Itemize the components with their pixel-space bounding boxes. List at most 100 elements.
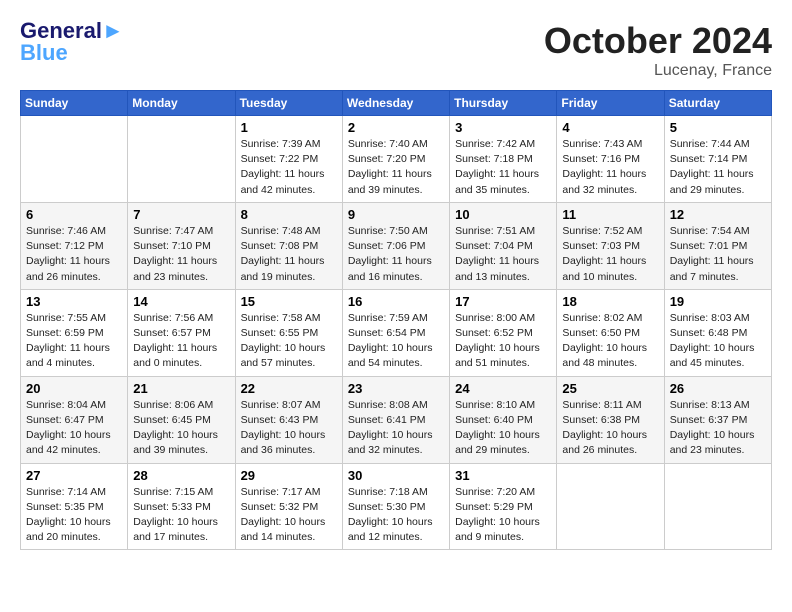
day-info: Sunrise: 7:17 AMSunset: 5:32 PMDaylight:… <box>241 485 337 546</box>
calendar-cell: 2 Sunrise: 7:40 AMSunset: 7:20 PMDaylight… <box>342 116 449 203</box>
weekday-header-sunday: Sunday <box>21 91 128 116</box>
calendar-cell: 4Sunrise: 7:43 AMSunset: 7:16 PMDaylight… <box>557 116 664 203</box>
day-number: 17 <box>455 294 551 309</box>
day-number: 20 <box>26 381 122 396</box>
weekday-header-thursday: Thursday <box>450 91 557 116</box>
day-number: 24 <box>455 381 551 396</box>
day-number: 3 <box>455 120 551 135</box>
location-title: Lucenay, France <box>544 62 772 80</box>
calendar-cell <box>557 463 664 550</box>
weekday-header-saturday: Saturday <box>664 91 771 116</box>
day-number: 1 <box>241 120 337 135</box>
day-info: Sunrise: 7:48 AMSunset: 7:08 PMDaylight:… <box>241 224 337 285</box>
day-info: Sunrise: 7:52 AMSunset: 7:03 PMDaylight:… <box>562 224 658 285</box>
day-number: 18 <box>562 294 658 309</box>
calendar-week-4: 20 Sunrise: 8:04 AMSunset: 6:47 PMDayligh… <box>21 376 772 463</box>
day-number: 14 <box>133 294 229 309</box>
day-info: Sunrise: 7:51 AMSunset: 7:04 PMDaylight:… <box>455 224 551 285</box>
day-info: Sunrise: 8:07 AMSunset: 6:43 PMDaylight:… <box>241 398 337 459</box>
day-info: Sunrise: 7:59 AMSunset: 6:54 PMDaylight:… <box>348 311 444 372</box>
day-info: Sunrise: 8:08 AMSunset: 6:41 PMDaylight:… <box>348 398 444 459</box>
day-info: Sunrise: 7:46 AMSunset: 7:12 PMDaylight:… <box>26 224 122 285</box>
day-info: Sunrise: 7:40 AMSunset: 7:20 PMDaylight:… <box>348 137 444 198</box>
day-number: 25 <box>562 381 658 396</box>
day-info: Sunrise: 7:55 AMSunset: 6:59 PMDaylight:… <box>26 311 122 372</box>
calendar-cell: 25Sunrise: 8:11 AMSunset: 6:38 PMDayligh… <box>557 376 664 463</box>
day-number: 2 <box>348 120 444 135</box>
day-number: 8 <box>241 207 337 222</box>
day-number: 15 <box>241 294 337 309</box>
calendar-body: 1 Sunrise: 7:39 AMSunset: 7:22 PMDaylight… <box>21 116 772 550</box>
calendar-cell: 17Sunrise: 8:00 AMSunset: 6:52 PMDayligh… <box>450 289 557 376</box>
calendar-cell: 8 Sunrise: 7:48 AMSunset: 7:08 PMDaylight… <box>235 202 342 289</box>
day-number: 6 <box>26 207 122 222</box>
calendar-week-2: 6 Sunrise: 7:46 AMSunset: 7:12 PMDaylight… <box>21 202 772 289</box>
day-info: Sunrise: 7:42 AMSunset: 7:18 PMDaylight:… <box>455 137 551 198</box>
weekday-header-tuesday: Tuesday <box>235 91 342 116</box>
calendar-cell: 19 Sunrise: 8:03 AMSunset: 6:48 PMDayligh… <box>664 289 771 376</box>
day-number: 12 <box>670 207 766 222</box>
calendar-cell: 5Sunrise: 7:44 AMSunset: 7:14 PMDaylight… <box>664 116 771 203</box>
calendar-week-1: 1 Sunrise: 7:39 AMSunset: 7:22 PMDaylight… <box>21 116 772 203</box>
calendar-cell <box>21 116 128 203</box>
calendar-cell: 23 Sunrise: 8:08 AMSunset: 6:41 PMDayligh… <box>342 376 449 463</box>
day-number: 13 <box>26 294 122 309</box>
logo-bird-icon: ► <box>102 18 124 43</box>
weekday-header-friday: Friday <box>557 91 664 116</box>
calendar-cell: 15 Sunrise: 7:58 AMSunset: 6:55 PMDayligh… <box>235 289 342 376</box>
calendar-cell: 29Sunrise: 7:17 AMSunset: 5:32 PMDayligh… <box>235 463 342 550</box>
day-info: Sunrise: 7:56 AMSunset: 6:57 PMDaylight:… <box>133 311 229 372</box>
calendar-table: SundayMondayTuesdayWednesdayThursdayFrid… <box>20 90 772 550</box>
day-info: Sunrise: 8:04 AMSunset: 6:47 PMDaylight:… <box>26 398 122 459</box>
calendar-cell: 26 Sunrise: 8:13 AMSunset: 6:37 PMDayligh… <box>664 376 771 463</box>
calendar-week-5: 27 Sunrise: 7:14 AMSunset: 5:35 PMDayligh… <box>21 463 772 550</box>
day-info: Sunrise: 7:50 AMSunset: 7:06 PMDaylight:… <box>348 224 444 285</box>
day-info: Sunrise: 7:18 AMSunset: 5:30 PMDaylight:… <box>348 485 444 546</box>
day-number: 21 <box>133 381 229 396</box>
day-number: 30 <box>348 468 444 483</box>
calendar-cell: 13 Sunrise: 7:55 AMSunset: 6:59 PMDayligh… <box>21 289 128 376</box>
day-number: 28 <box>133 468 229 483</box>
calendar-cell: 11 Sunrise: 7:52 AMSunset: 7:03 PMDayligh… <box>557 202 664 289</box>
day-info: Sunrise: 8:03 AMSunset: 6:48 PMDaylight:… <box>670 311 766 372</box>
day-number: 10 <box>455 207 551 222</box>
calendar-cell: 9 Sunrise: 7:50 AMSunset: 7:06 PMDaylight… <box>342 202 449 289</box>
day-number: 19 <box>670 294 766 309</box>
weekday-header-wednesday: Wednesday <box>342 91 449 116</box>
logo-blue: Blue <box>20 42 68 64</box>
day-info: Sunrise: 7:54 AMSunset: 7:01 PMDaylight:… <box>670 224 766 285</box>
day-number: 23 <box>348 381 444 396</box>
day-number: 11 <box>562 207 658 222</box>
day-info: Sunrise: 8:10 AMSunset: 6:40 PMDaylight:… <box>455 398 551 459</box>
day-number: 27 <box>26 468 122 483</box>
calendar-cell: 10 Sunrise: 7:51 AMSunset: 7:04 PMDayligh… <box>450 202 557 289</box>
calendar-cell: 31Sunrise: 7:20 AMSunset: 5:29 PMDayligh… <box>450 463 557 550</box>
title-block: October 2024 Lucenay, France <box>544 20 772 80</box>
day-info: Sunrise: 7:39 AMSunset: 7:22 PMDaylight:… <box>241 137 337 198</box>
day-info: Sunrise: 7:43 AMSunset: 7:16 PMDaylight:… <box>562 137 658 198</box>
day-number: 9 <box>348 207 444 222</box>
month-title: October 2024 <box>544 20 772 62</box>
calendar-cell <box>128 116 235 203</box>
calendar-cell <box>664 463 771 550</box>
weekday-header-row: SundayMondayTuesdayWednesdayThursdayFrid… <box>21 91 772 116</box>
day-info: Sunrise: 7:58 AMSunset: 6:55 PMDaylight:… <box>241 311 337 372</box>
day-number: 31 <box>455 468 551 483</box>
calendar-cell: 1 Sunrise: 7:39 AMSunset: 7:22 PMDaylight… <box>235 116 342 203</box>
calendar-cell: 28Sunrise: 7:15 AMSunset: 5:33 PMDayligh… <box>128 463 235 550</box>
calendar-cell: 6 Sunrise: 7:46 AMSunset: 7:12 PMDaylight… <box>21 202 128 289</box>
calendar-cell: 7Sunrise: 7:47 AMSunset: 7:10 PMDaylight… <box>128 202 235 289</box>
calendar-cell: 3 Sunrise: 7:42 AMSunset: 7:18 PMDaylight… <box>450 116 557 203</box>
day-number: 16 <box>348 294 444 309</box>
day-number: 5 <box>670 120 766 135</box>
day-number: 22 <box>241 381 337 396</box>
calendar-cell: 14 Sunrise: 7:56 AMSunset: 6:57 PMDayligh… <box>128 289 235 376</box>
day-number: 26 <box>670 381 766 396</box>
calendar-week-3: 13 Sunrise: 7:55 AMSunset: 6:59 PMDayligh… <box>21 289 772 376</box>
day-info: Sunrise: 8:02 AMSunset: 6:50 PMDaylight:… <box>562 311 658 372</box>
calendar-cell: 20 Sunrise: 8:04 AMSunset: 6:47 PMDayligh… <box>21 376 128 463</box>
day-info: Sunrise: 8:13 AMSunset: 6:37 PMDaylight:… <box>670 398 766 459</box>
day-info: Sunrise: 7:14 AMSunset: 5:35 PMDaylight:… <box>26 485 122 546</box>
calendar-cell: 22 Sunrise: 8:07 AMSunset: 6:43 PMDayligh… <box>235 376 342 463</box>
weekday-header-monday: Monday <box>128 91 235 116</box>
